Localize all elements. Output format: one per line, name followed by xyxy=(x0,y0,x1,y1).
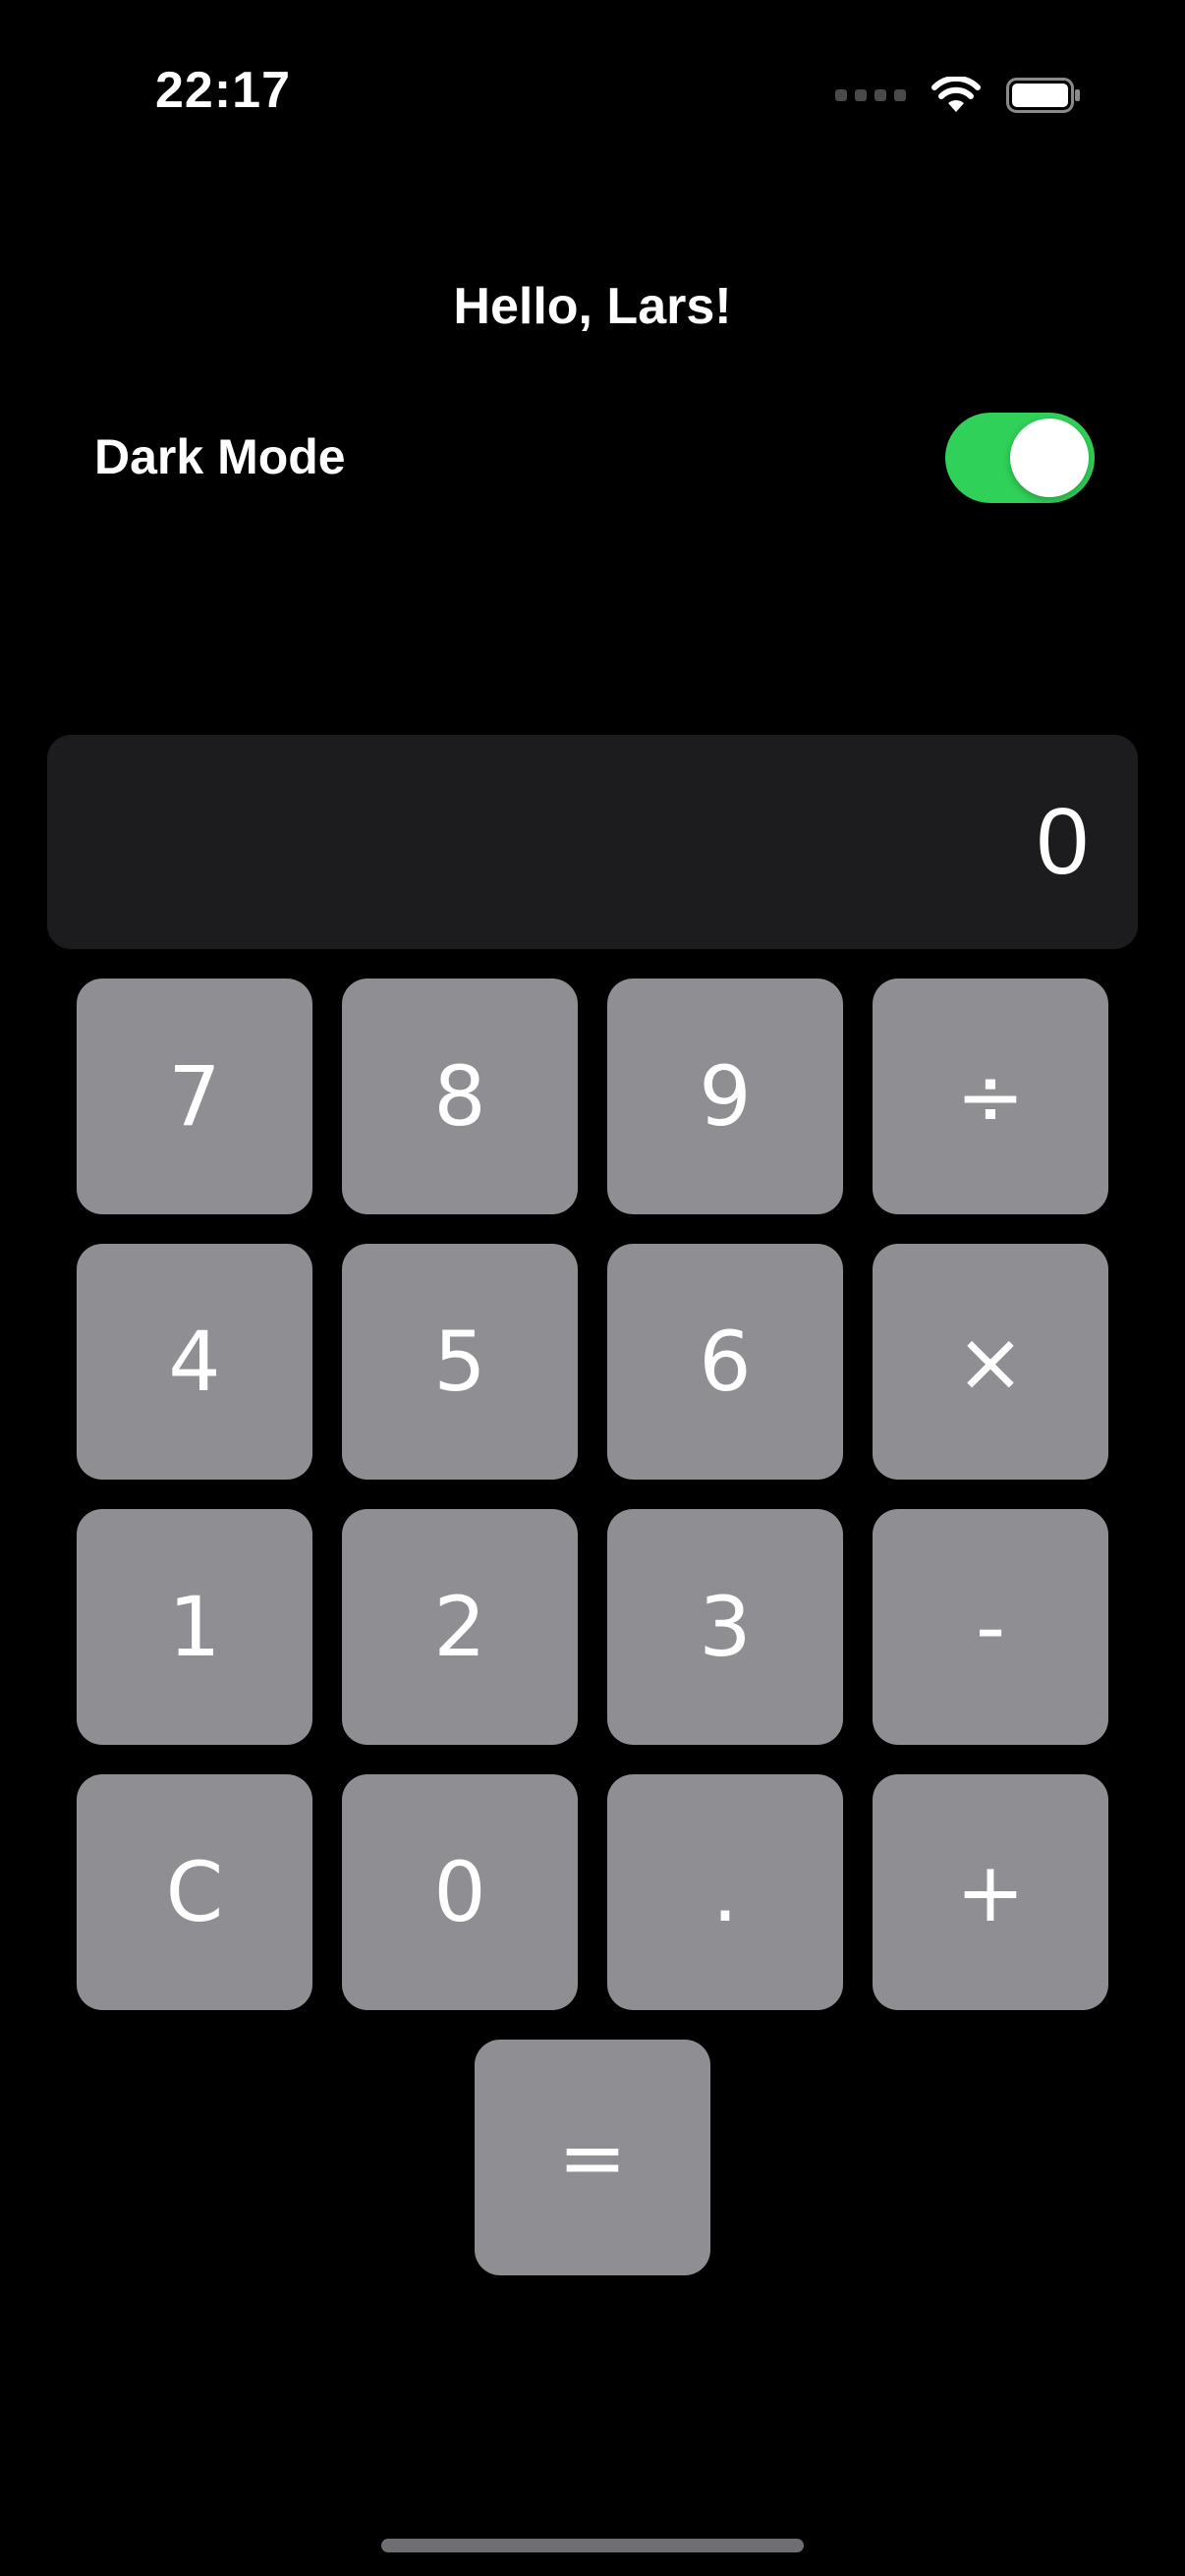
key-4[interactable]: 4 xyxy=(77,1244,312,1480)
key-minus[interactable]: - xyxy=(873,1509,1108,1745)
key-decimal[interactable]: . xyxy=(607,1774,843,2010)
status-icons xyxy=(835,71,1081,120)
calculator-display: 0 xyxy=(47,735,1138,949)
key-divide[interactable]: ÷ xyxy=(873,979,1108,1214)
dark-mode-toggle[interactable] xyxy=(945,413,1095,503)
cellular-signal-icon xyxy=(835,89,906,101)
key-6[interactable]: 6 xyxy=(607,1244,843,1480)
key-9[interactable]: 9 xyxy=(607,979,843,1214)
key-3[interactable]: 3 xyxy=(607,1509,843,1745)
key-plus[interactable]: + xyxy=(873,1774,1108,2010)
key-2[interactable]: 2 xyxy=(342,1509,578,1745)
display-value: 0 xyxy=(1036,789,1089,894)
toggle-knob xyxy=(1010,419,1089,497)
key-5[interactable]: 5 xyxy=(342,1244,578,1480)
key-0[interactable]: 0 xyxy=(342,1774,578,2010)
key-equals[interactable]: = xyxy=(475,2040,710,2275)
key-clear[interactable]: C xyxy=(77,1774,312,2010)
key-1[interactable]: 1 xyxy=(77,1509,312,1745)
key-multiply[interactable]: × xyxy=(873,1244,1108,1480)
battery-icon xyxy=(1006,78,1080,113)
dark-mode-label: Dark Mode xyxy=(94,429,346,484)
key-8[interactable]: 8 xyxy=(342,979,578,1214)
status-time: 22:17 xyxy=(155,62,291,119)
greeting-title: Hello, Lars! xyxy=(453,278,732,335)
home-indicator[interactable] xyxy=(381,2539,804,2552)
key-7[interactable]: 7 xyxy=(77,979,312,1214)
wifi-icon xyxy=(931,77,981,112)
